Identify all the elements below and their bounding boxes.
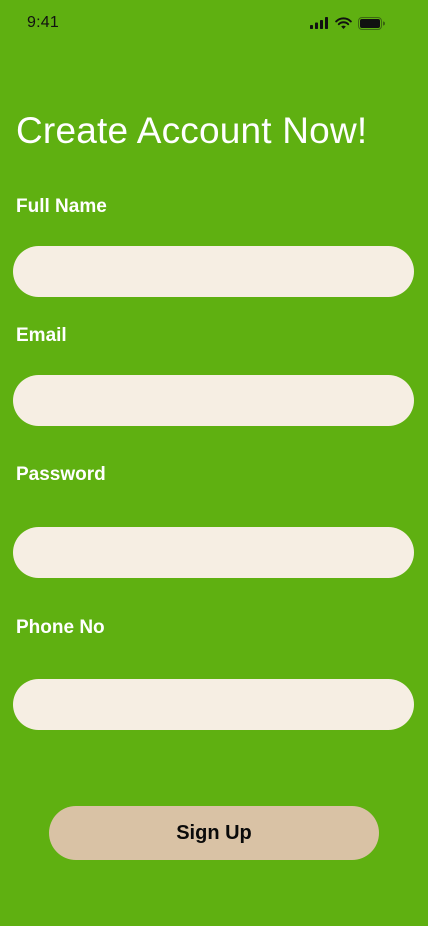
status-icons xyxy=(310,15,385,31)
battery-icon xyxy=(358,16,385,30)
email-input[interactable] xyxy=(13,375,414,426)
email-label: Email xyxy=(16,325,67,346)
phone-input[interactable] xyxy=(13,679,414,730)
password-label: Password xyxy=(16,464,106,485)
page-title: Create Account Now! xyxy=(16,110,368,151)
full-name-input[interactable] xyxy=(13,246,414,297)
cellular-signal-icon xyxy=(310,17,329,29)
full-name-label: Full Name xyxy=(16,196,107,217)
sign-up-button[interactable]: Sign Up xyxy=(49,806,379,860)
password-input[interactable] xyxy=(13,527,414,578)
phone-label: Phone No xyxy=(16,617,105,638)
status-time: 9:41 xyxy=(27,14,59,31)
status-bar: 9:41 xyxy=(0,0,428,44)
wifi-icon xyxy=(335,17,352,29)
